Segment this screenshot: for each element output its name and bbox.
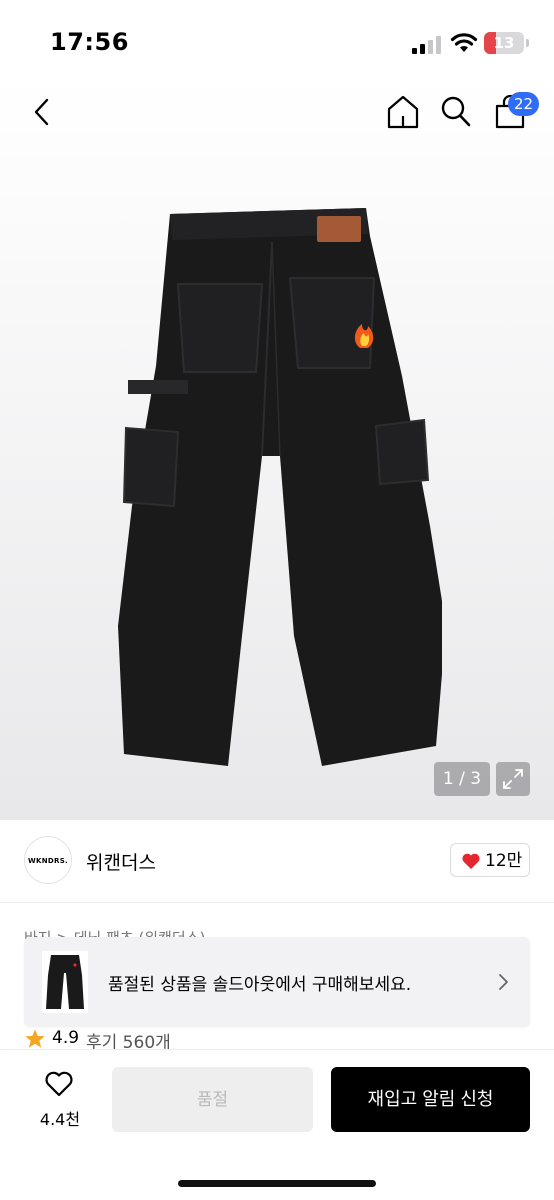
chevron-right-icon <box>499 974 508 990</box>
cellular-signal-icon <box>412 36 441 54</box>
expand-icon <box>503 769 523 789</box>
status-bar: 17:56 13 <box>0 0 554 80</box>
cart-count-badge: 22 <box>508 92 540 116</box>
wish-count: 4.4천 <box>39 1110 81 1129</box>
product-image-black-denim-pants <box>118 208 442 766</box>
brand-like-button[interactable]: 12만 <box>450 843 530 877</box>
restock-alert-button[interactable]: 재입고 알림 신청 <box>331 1067 530 1132</box>
expand-button[interactable] <box>496 762 530 796</box>
home-icon[interactable] <box>386 94 420 130</box>
battery-level: 13 <box>493 34 515 52</box>
toast-product-thumbnail <box>42 951 88 1013</box>
search-icon[interactable] <box>440 95 472 129</box>
brand-name[interactable]: 위캔더스 <box>86 848 156 875</box>
brand-like-count: 12만 <box>485 851 523 871</box>
soldout-button[interactable]: 품절 <box>112 1067 313 1132</box>
divider <box>0 1049 554 1050</box>
soldout-toast[interactable]: 품절된 상품을 솔드아웃에서 구매해보세요. <box>24 937 530 1027</box>
rating-score: 4.9 <box>52 1028 80 1048</box>
status-time: 17:56 <box>50 28 129 56</box>
brand-logo[interactable]: WKNDRS. <box>24 836 72 884</box>
toast-message: 품절된 상품을 솔드아웃에서 구매해보세요. <box>108 975 412 995</box>
battery-icon: 13 <box>484 32 524 54</box>
divider <box>0 902 554 903</box>
gallery-pager: 1 / 3 <box>434 762 490 796</box>
wifi-icon <box>450 33 478 52</box>
back-icon[interactable] <box>28 96 56 128</box>
home-indicator <box>178 1180 376 1187</box>
heart-icon <box>462 853 480 869</box>
heart-outline-icon[interactable] <box>44 1070 74 1098</box>
star-icon <box>25 1029 45 1048</box>
